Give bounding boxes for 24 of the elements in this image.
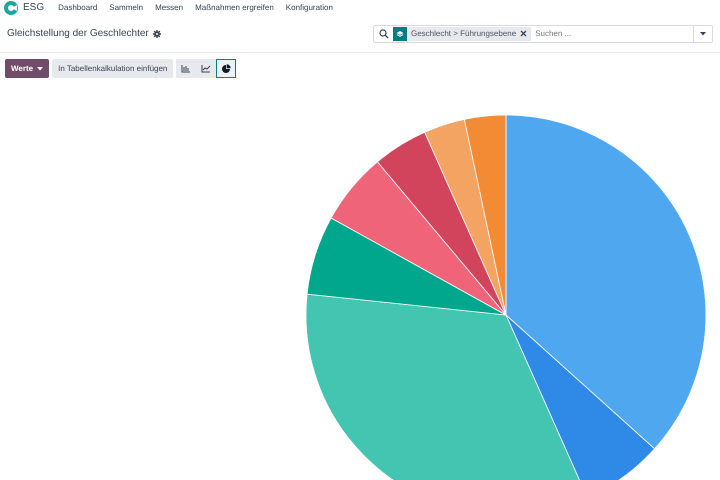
bar-chart-icon	[181, 64, 192, 73]
menu-item[interactable]: Dashboard	[58, 3, 98, 12]
close-icon[interactable]	[520, 30, 528, 37]
app-name[interactable]: ESG	[23, 2, 44, 13]
search-field[interactable]: Geschlecht > Führungsebene Suchen ...	[373, 24, 713, 42]
gear-icon[interactable]	[152, 30, 161, 38]
pie-chart-button[interactable]	[216, 59, 236, 78]
menu-item[interactable]: Maßnahmen ergreifen	[195, 3, 274, 12]
pie-chart-icon	[221, 64, 232, 73]
insert-spreadsheet-button[interactable]: In Tabellenkalkulation einfügen	[52, 59, 174, 78]
page-title: Gleichstellung der Geschlechter	[7, 28, 149, 39]
layers-icon	[396, 30, 404, 38]
caret-icon	[37, 66, 44, 70]
facet-label: Geschlecht > Führungsebene	[411, 29, 516, 38]
line-chart-icon	[201, 64, 212, 73]
bar-chart-button[interactable]	[176, 59, 196, 78]
search-icon	[379, 28, 389, 38]
menu-item[interactable]: Sammeln	[109, 3, 144, 12]
measures-button[interactable]: Werte	[5, 59, 50, 78]
line-chart-button[interactable]	[196, 59, 216, 78]
logo-icon[interactable]	[4, 0, 18, 14]
menu-item[interactable]: Konfiguration	[286, 3, 333, 12]
menu-item[interactable]: Messen	[155, 3, 184, 12]
caret-icon[interactable]	[700, 32, 706, 36]
